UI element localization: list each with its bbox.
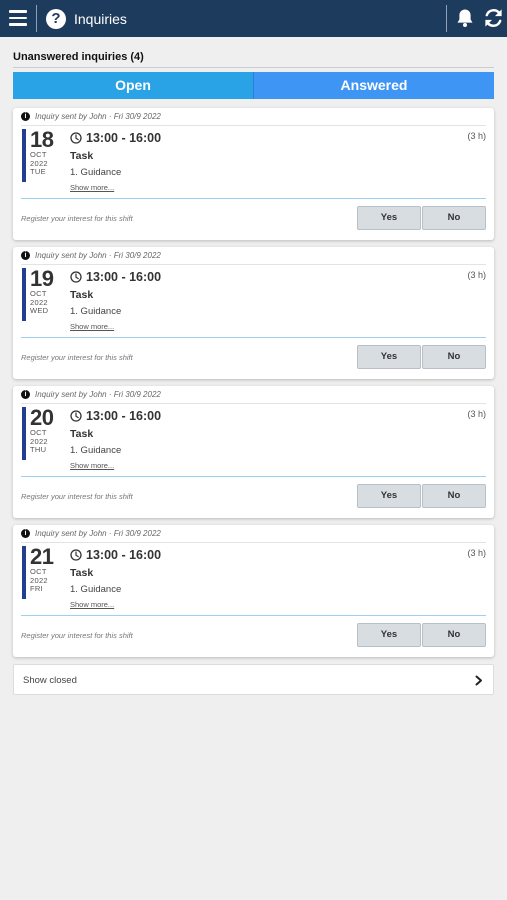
- inquiry-sender-note: i Inquiry sent by John · Fri 30/9 2022: [21, 390, 161, 399]
- guidance-text: 1. Guidance: [70, 306, 122, 317]
- shift-time: 13:00 - 16:00: [86, 548, 162, 562]
- clock-icon: [70, 132, 82, 144]
- tab-open[interactable]: Open: [13, 72, 253, 99]
- date-day: 21: [30, 544, 54, 569]
- no-button[interactable]: No: [422, 345, 486, 369]
- inquiry-sender-note: i Inquiry sent by John · Fri 30/9 2022: [21, 529, 161, 538]
- guidance-text: 1. Guidance: [70, 584, 122, 595]
- shift-time: 13:00 - 16:00: [86, 131, 162, 145]
- task-label: Task: [70, 150, 94, 162]
- shift-duration: (3 h): [467, 131, 486, 141]
- yes-button[interactable]: Yes: [357, 484, 421, 508]
- date-weekday: WED: [30, 306, 49, 315]
- no-button[interactable]: No: [422, 623, 486, 647]
- yes-button[interactable]: Yes: [357, 206, 421, 230]
- shift-time: 13:00 - 16:00: [86, 409, 162, 423]
- no-button[interactable]: No: [422, 206, 486, 230]
- date-day: 19: [30, 266, 54, 291]
- no-button[interactable]: No: [422, 484, 486, 508]
- help-icon[interactable]: ?: [46, 9, 66, 29]
- inquiry-sender-note: i Inquiry sent by John · Fri 30/9 2022: [21, 251, 161, 260]
- date-weekday: TUE: [30, 167, 46, 176]
- divider: [21, 476, 486, 477]
- clock-icon: [70, 410, 82, 422]
- hamburger-menu-icon[interactable]: [9, 10, 27, 26]
- register-interest-text: Register your interest for this shift: [21, 214, 133, 223]
- section-title: Unanswered inquiries (4): [13, 51, 144, 63]
- task-label: Task: [70, 428, 94, 440]
- guidance-text: 1. Guidance: [70, 167, 122, 178]
- show-closed-row[interactable]: Show closed: [13, 664, 494, 695]
- top-app-bar: ? Inquiries: [0, 0, 507, 37]
- page-title: Inquiries: [74, 11, 127, 27]
- shift-duration: (3 h): [467, 548, 486, 558]
- register-interest-text: Register your interest for this shift: [21, 353, 133, 362]
- date-day: 20: [30, 405, 54, 430]
- divider: [21, 337, 486, 338]
- clock-icon: [70, 549, 82, 561]
- divider: [21, 264, 486, 265]
- inquiry-card: i Inquiry sent by John · Fri 30/9 2022 2…: [13, 386, 494, 518]
- inquiry-card: i Inquiry sent by John · Fri 30/9 2022 2…: [13, 525, 494, 657]
- shift-duration: (3 h): [467, 409, 486, 419]
- shift-duration: (3 h): [467, 270, 486, 280]
- sender-note-text: Inquiry sent by John · Fri 30/9 2022: [35, 390, 161, 399]
- info-icon: i: [21, 390, 30, 399]
- divider: [446, 5, 447, 32]
- sender-note-text: Inquiry sent by John · Fri 30/9 2022: [35, 251, 161, 260]
- show-more-link[interactable]: Show more...: [70, 600, 114, 609]
- date-block: 20 OCT 2022 THU: [22, 407, 60, 460]
- chevron-right-icon: [475, 675, 482, 686]
- task-label: Task: [70, 567, 94, 579]
- divider: [21, 615, 486, 616]
- show-closed-label: Show closed: [23, 675, 77, 686]
- bell-icon[interactable]: [456, 8, 474, 28]
- divider: [21, 198, 486, 199]
- inquiry-sender-note: i Inquiry sent by John · Fri 30/9 2022: [21, 112, 161, 121]
- date-day: 18: [30, 127, 54, 152]
- shift-time: 13:00 - 16:00: [86, 270, 162, 284]
- clock-icon: [70, 271, 82, 283]
- yes-button[interactable]: Yes: [357, 623, 421, 647]
- inquiry-card: i Inquiry sent by John · Fri 30/9 2022 1…: [13, 108, 494, 240]
- register-interest-text: Register your interest for this shift: [21, 631, 133, 640]
- show-more-link[interactable]: Show more...: [70, 461, 114, 470]
- sender-note-text: Inquiry sent by John · Fri 30/9 2022: [35, 112, 161, 121]
- date-block: 19 OCT 2022 WED: [22, 268, 60, 321]
- register-interest-text: Register your interest for this shift: [21, 492, 133, 501]
- info-icon: i: [21, 251, 30, 260]
- divider: [21, 125, 486, 126]
- divider: [21, 542, 486, 543]
- divider: [36, 5, 37, 32]
- refresh-icon[interactable]: [483, 7, 504, 29]
- show-more-link[interactable]: Show more...: [70, 322, 114, 331]
- info-icon: i: [21, 529, 30, 538]
- sender-note-text: Inquiry sent by John · Fri 30/9 2022: [35, 529, 161, 538]
- tab-bar: Open Answered: [13, 72, 494, 99]
- date-weekday: FRI: [30, 584, 43, 593]
- show-more-link[interactable]: Show more...: [70, 183, 114, 192]
- inquiry-card: i Inquiry sent by John · Fri 30/9 2022 1…: [13, 247, 494, 379]
- yes-button[interactable]: Yes: [357, 345, 421, 369]
- date-weekday: THU: [30, 445, 47, 454]
- date-block: 21 OCT 2022 FRI: [22, 546, 60, 599]
- info-icon: i: [21, 112, 30, 121]
- divider: [13, 67, 494, 68]
- tab-answered[interactable]: Answered: [253, 72, 494, 99]
- task-label: Task: [70, 289, 94, 301]
- guidance-text: 1. Guidance: [70, 445, 122, 456]
- date-block: 18 OCT 2022 TUE: [22, 129, 60, 182]
- divider: [21, 403, 486, 404]
